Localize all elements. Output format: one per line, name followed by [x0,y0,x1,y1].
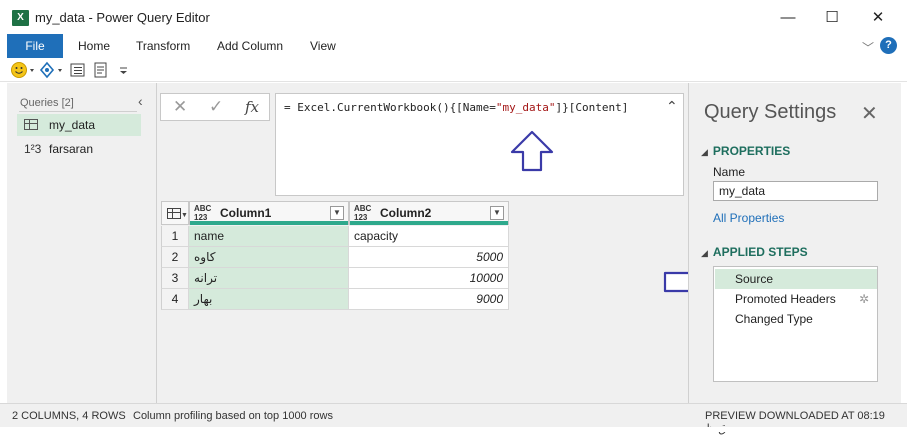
applied-steps-list: Source Promoted Headers ✲ Changed Type [713,266,878,382]
table-cell[interactable]: ترانه [189,268,349,289]
cancel-formula-icon[interactable]: ✕ [173,97,187,117]
status-profiling[interactable]: Column profiling based on top 1000 rows [133,410,333,422]
table-cell[interactable]: 5000 [349,247,509,268]
queries-header: Queries [2] [20,97,74,109]
step-source[interactable]: Source [715,269,877,289]
table-icon [167,208,181,219]
gear-icon[interactable]: ✲ [859,289,869,309]
row-number[interactable]: 2 [161,247,189,268]
quick-access-toolbar [0,58,907,82]
quality-bar [350,221,508,225]
title-bar: X my_data - Power Query Editor — ☐ ✕ [0,0,907,34]
status-counts: 2 COLUMNS, 4 ROWS [12,410,126,422]
query-label: farsaran [49,142,94,156]
collapse-triangle-icon: ◢ [701,248,708,258]
table-cell[interactable]: بهار [189,289,349,310]
grid-corner-menu[interactable]: ▼ [161,201,189,225]
help-icon[interactable]: ? [880,37,897,54]
queries-pane: Queries [2] ‹ my_data 1²3 farsaran [7,83,157,403]
divider [19,111,137,112]
diamond-icon[interactable] [38,61,66,79]
collapse-triangle-icon: ◢ [701,147,708,157]
table-cell[interactable]: کاوه [189,247,349,268]
ribbon-collapse-icon[interactable]: ﹀ [862,39,874,56]
all-properties-link[interactable]: All Properties [713,211,784,225]
smiley-icon[interactable] [10,61,36,79]
query-name-input[interactable] [713,181,878,201]
type-abc123-icon[interactable]: ABC 123 [354,204,371,222]
window-title: my_data - Power Query Editor [35,10,210,25]
bottom-strip [0,427,907,432]
column-header-column1[interactable]: ABC 123 Column1 ▼ [189,201,349,225]
tab-file[interactable]: File [7,34,63,58]
table-cell[interactable]: name [189,226,349,247]
table-cell[interactable]: capacity [349,226,509,247]
quality-bar [190,221,348,225]
annotation-arrow-up [510,130,554,172]
step-changed-type[interactable]: Changed Type [715,309,877,329]
row-number[interactable]: 1 [161,226,189,247]
type-abc123-icon[interactable]: ABC 123 [194,204,211,222]
maximize-button[interactable]: ☐ [822,8,842,28]
properties-header[interactable]: ◢ PROPERTIES [701,144,790,158]
editor-main: Queries [2] ‹ my_data 1²3 farsaran ✕ ✓ f… [7,83,901,403]
collapse-queries-icon[interactable]: ‹ [138,93,143,109]
step-promoted-headers[interactable]: Promoted Headers ✲ [715,289,877,309]
tab-home[interactable]: Home [70,34,118,58]
ribbon-tabs: File Home Transform Add Column View ﹀ ? [0,34,907,58]
excel-app-icon: X [12,10,29,26]
commit-formula-icon[interactable]: ✓ [209,97,223,117]
formula-input[interactable]: = Excel.CurrentWorkbook(){[Name="my_data… [275,93,684,196]
filter-dropdown-icon[interactable]: ▼ [330,206,344,220]
status-bar: 2 COLUMNS, 4 ROWS Column profiling based… [0,403,907,435]
column-name: Column2 [380,206,432,220]
chevron-down-icon: ▼ [181,212,188,219]
query-item-my-data[interactable]: my_data [17,114,141,136]
query-item-farsaran[interactable]: 1²3 farsaran [17,138,141,160]
settings-title: Query Settings [704,101,837,123]
formula-buttons: ✕ ✓ fx [160,93,270,121]
column-name: Column1 [220,206,272,220]
table-cell[interactable]: 9000 [349,289,509,310]
row-number[interactable]: 4 [161,289,189,310]
close-settings-icon[interactable]: ✕ [861,101,878,126]
tab-view[interactable]: View [302,34,344,58]
table-icon [24,114,38,137]
query-settings-pane: Query Settings ✕ ◢PROPERTIES Name All Pr… [688,83,901,403]
column-header-column2[interactable]: ABC 123 Column2 ▼ [349,201,509,225]
query-label: my_data [49,118,96,132]
fx-icon[interactable]: fx [245,98,259,116]
row-number[interactable]: 3 [161,268,189,289]
close-button[interactable]: ✕ [868,8,888,28]
applied-steps-header[interactable]: ◢ APPLIED STEPS [701,245,808,259]
list-icon[interactable] [68,61,88,79]
number-icon: 1²3 [24,142,42,156]
name-label: Name [713,165,746,179]
formula-collapse-icon[interactable]: ⌃ [666,98,678,115]
formula-text: = Excel.CurrentWorkbook(){[Name="my_data… [284,101,629,114]
tab-add-column[interactable]: Add Column [209,34,291,58]
dropdown-icon[interactable] [118,61,130,79]
table-cell[interactable]: 10000 [349,268,509,289]
filter-dropdown-icon[interactable]: ▼ [490,206,504,220]
tab-transform[interactable]: Transform [128,34,198,58]
minimize-button[interactable]: — [778,8,798,28]
document-icon[interactable] [92,61,112,79]
